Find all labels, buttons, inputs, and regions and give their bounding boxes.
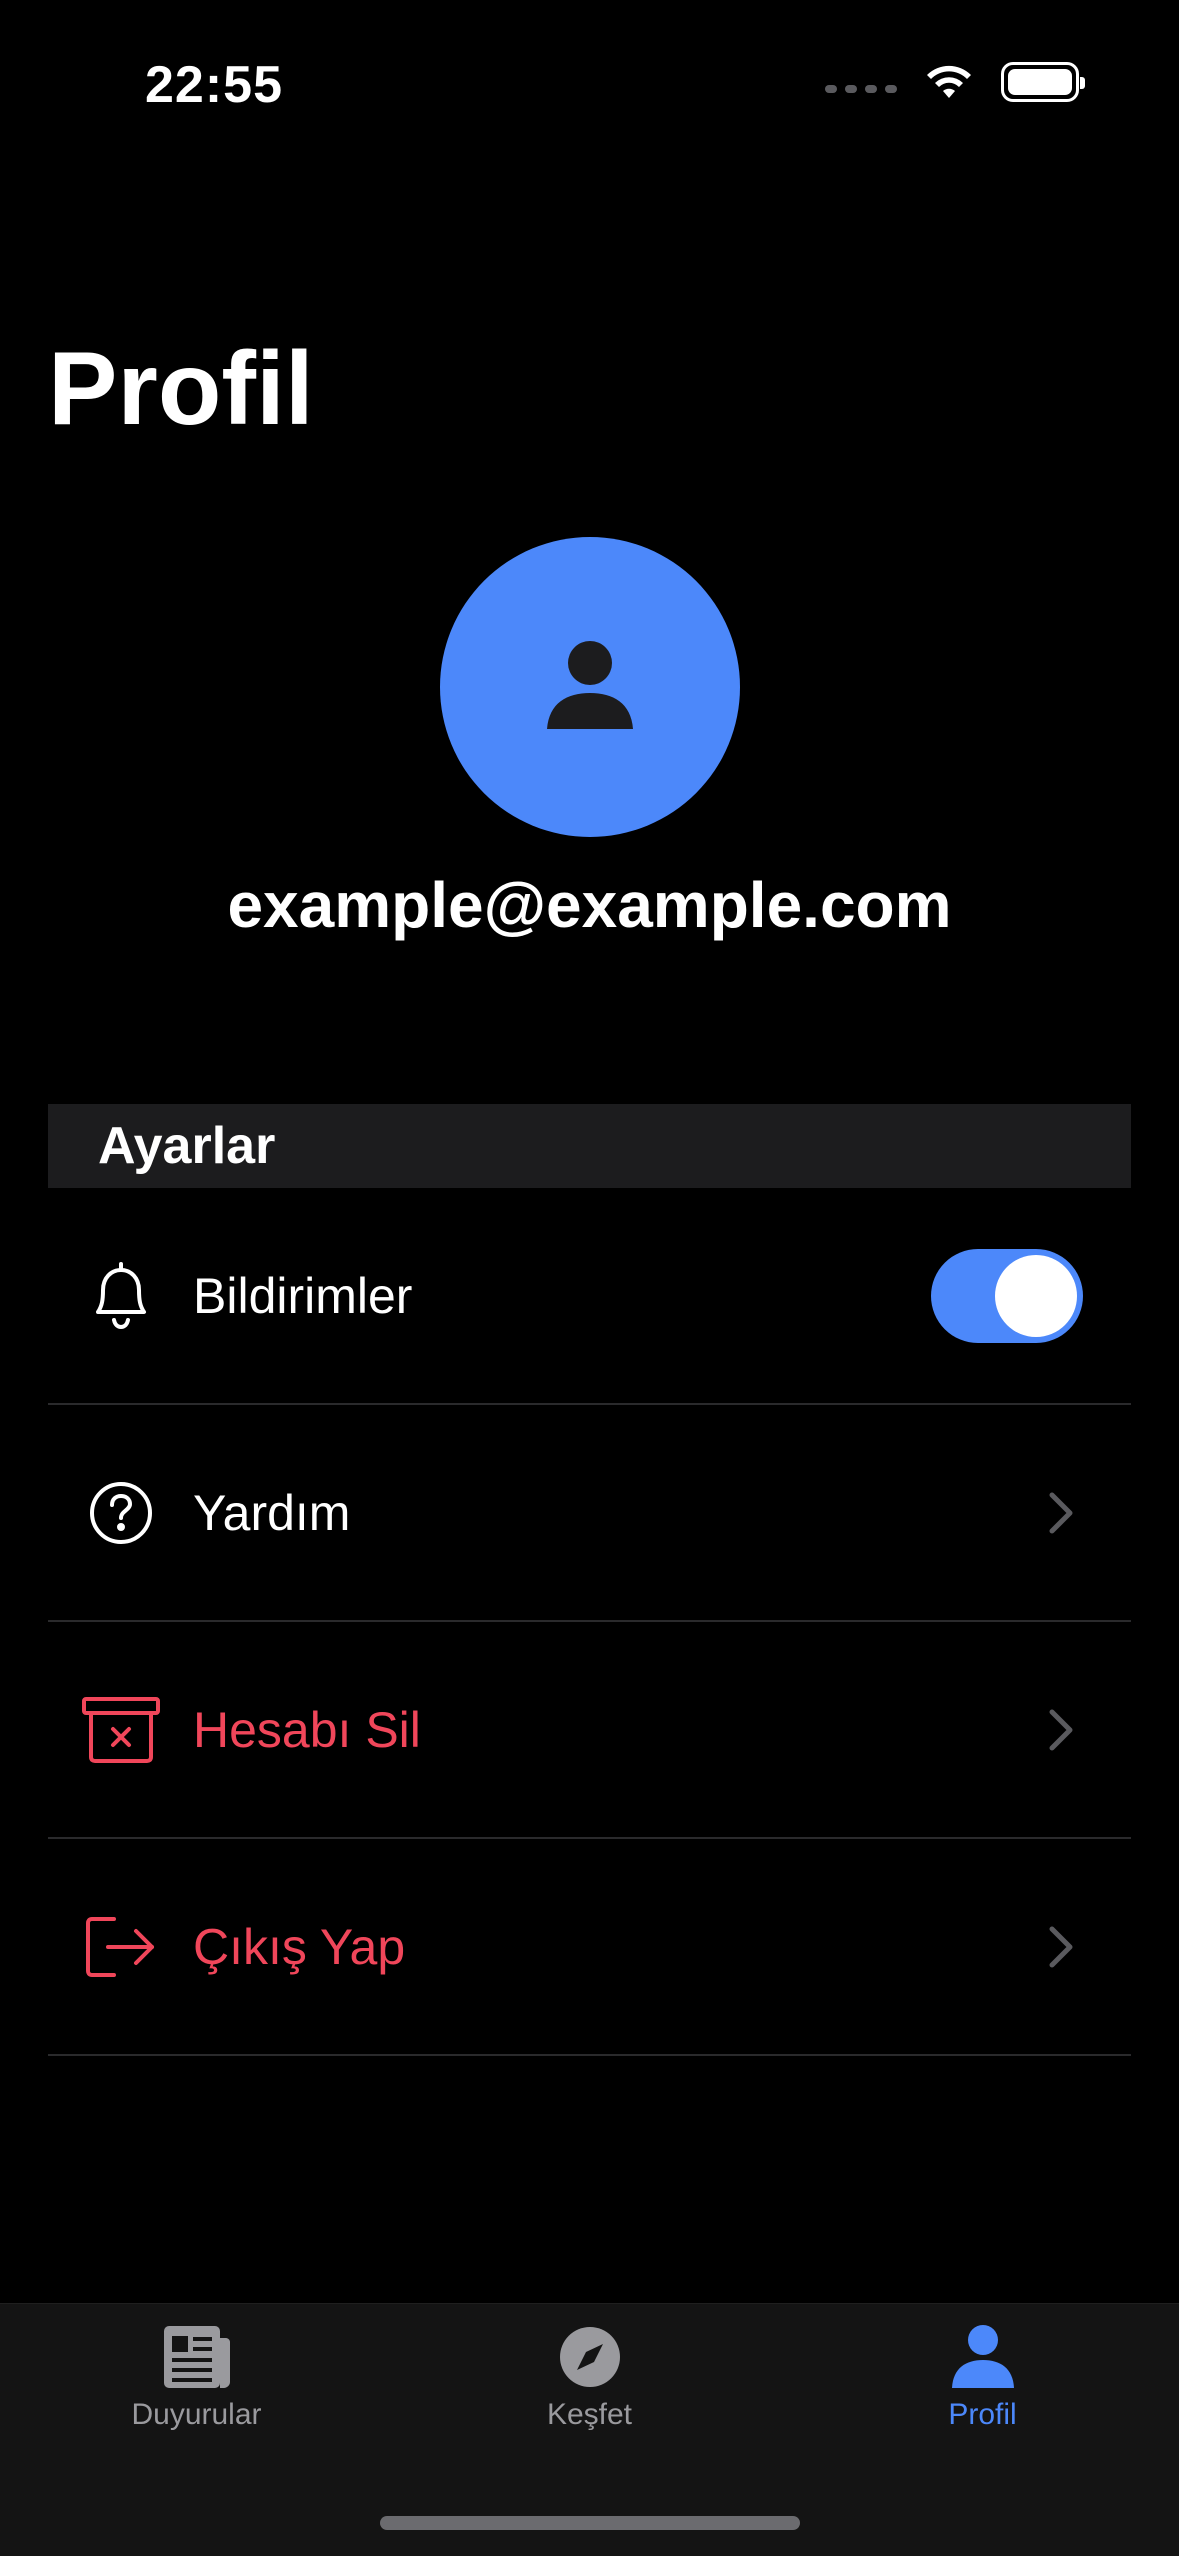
tab-profil[interactable]: Profil (786, 2324, 1179, 2432)
wifi-icon (927, 65, 971, 98)
logout-label: Çıkış Yap (193, 1918, 406, 1975)
settings-row-delete-account[interactable]: Hesabı Sil (48, 1622, 1131, 1839)
chevron-right-icon (1031, 1925, 1091, 1969)
toggle-knob (995, 1254, 1077, 1337)
tab-duyurular[interactable]: Duyurular (0, 2324, 393, 2432)
home-indicator[interactable] (380, 2516, 800, 2530)
notifications-label: Bildirimler (193, 1267, 413, 1324)
help-circle-icon (48, 1405, 193, 1620)
cellular-signal-icon (825, 85, 897, 93)
help-label: Yardım (193, 1484, 351, 1541)
newspaper-icon (163, 2326, 230, 2388)
profile-email: example@example.com (227, 869, 952, 941)
page-title: Profil (48, 331, 314, 447)
tab-label: Keşfet (546, 2398, 633, 2431)
tab-label: Profil (948, 2398, 1017, 2431)
chevron-right-icon (1031, 1491, 1091, 1535)
logout-icon (48, 1839, 193, 2054)
delete-account-icon (48, 1622, 193, 1837)
settings-section-header: Ayarlar (48, 1104, 1131, 1188)
status-icons (825, 62, 1085, 102)
tab-kesfet[interactable]: Keşfet (393, 2324, 786, 2432)
bell-icon (48, 1188, 193, 1403)
person-icon (547, 641, 633, 729)
compass-icon (559, 2327, 620, 2387)
notifications-toggle[interactable] (931, 1248, 1083, 1343)
chevron-right-icon (1031, 1708, 1091, 1752)
status-time: 22:55 (145, 56, 283, 114)
battery-icon (1001, 62, 1085, 102)
person-icon (951, 2325, 1014, 2388)
tab-label: Duyurular (131, 2398, 262, 2431)
settings-row-help[interactable]: Yardım (48, 1405, 1131, 1622)
settings-row-logout[interactable]: Çıkış Yap (48, 1839, 1131, 2056)
settings-row-notifications: Bildirimler (48, 1188, 1131, 1405)
profile-screen: 22:55 Profil example@example.com Ayarlar (0, 0, 1179, 2556)
avatar (440, 537, 740, 837)
delete-account-label: Hesabı Sil (193, 1701, 421, 1758)
